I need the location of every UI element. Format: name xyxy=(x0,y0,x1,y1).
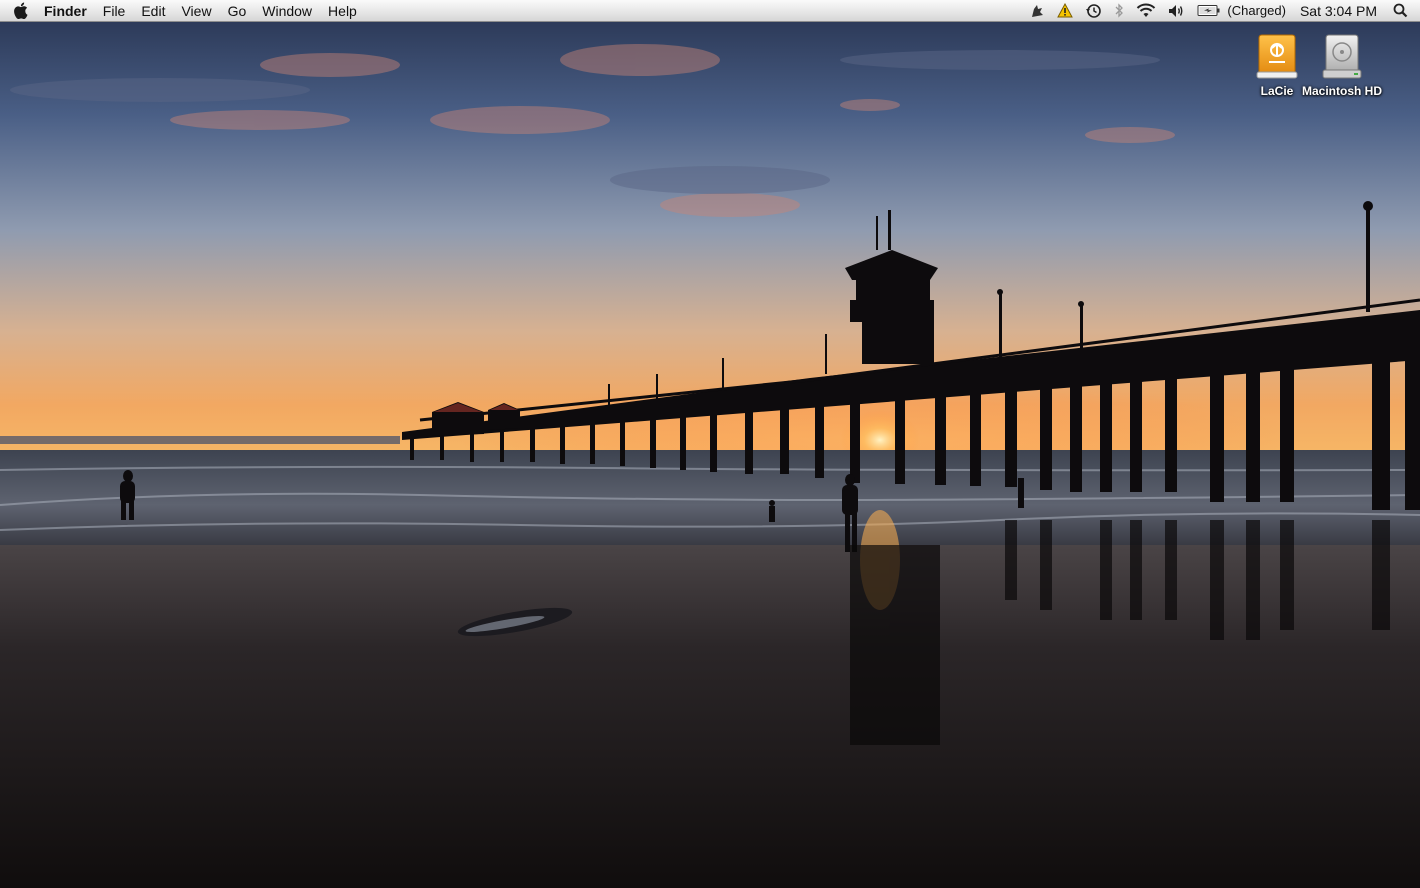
apple-icon[interactable] xyxy=(0,0,40,22)
desktop-icon-macintosh-hd[interactable]: Macintosh HD xyxy=(1302,28,1382,98)
menu-help[interactable]: Help xyxy=(320,0,365,22)
menu-go[interactable]: Go xyxy=(220,0,255,22)
hard-drive-icon xyxy=(1318,28,1366,80)
menu-bar-left: Finder File Edit View Go Window Help xyxy=(0,0,365,22)
menu-bar: Finder File Edit View Go Window Help (Ch… xyxy=(0,0,1420,22)
wifi-icon[interactable] xyxy=(1130,0,1162,22)
menu-clock[interactable]: Sat 3:04 PM xyxy=(1292,3,1387,19)
time-machine-icon[interactable] xyxy=(1079,0,1108,22)
external-drive-icon xyxy=(1253,28,1301,80)
bluetooth-icon[interactable] xyxy=(1108,0,1130,22)
warning-icon[interactable] xyxy=(1051,0,1079,22)
spotlight-icon[interactable] xyxy=(1387,0,1414,22)
menu-window[interactable]: Window xyxy=(254,0,320,22)
desktop-icon-label: LaCie xyxy=(1260,84,1294,98)
menu-view[interactable]: View xyxy=(173,0,219,22)
desktop-wallpaper xyxy=(0,0,1420,888)
desktop-icon-label: Macintosh HD xyxy=(1302,84,1383,98)
volume-icon[interactable] xyxy=(1162,0,1191,22)
menu-edit[interactable]: Edit xyxy=(133,0,173,22)
menu-file[interactable]: File xyxy=(95,0,134,22)
battery-icon[interactable] xyxy=(1191,0,1227,22)
growl-icon[interactable] xyxy=(1023,0,1051,22)
menu-finder[interactable]: Finder xyxy=(40,0,95,22)
menu-bar-extras: (Charged) Sat 3:04 PM xyxy=(1023,0,1420,22)
battery-status[interactable]: (Charged) xyxy=(1227,3,1292,18)
